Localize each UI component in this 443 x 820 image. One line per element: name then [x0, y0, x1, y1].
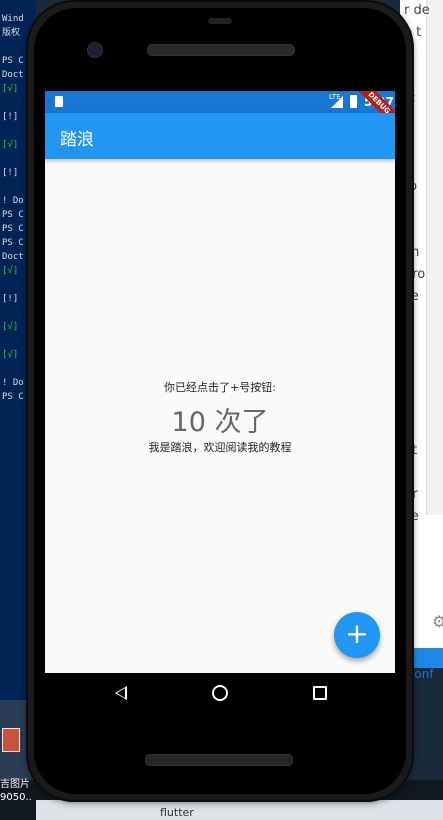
nav-bar — [45, 673, 395, 713]
app-bar-title: 踏浪 — [60, 130, 94, 150]
intro-text: 我是踏浪，欢迎阅读我的教程 — [148, 441, 292, 454]
earpiece-speaker — [147, 44, 295, 56]
sd-card-icon — [55, 96, 63, 107]
recent-apps-icon[interactable] — [313, 686, 327, 700]
taskbar-text: flutter — [160, 806, 194, 819]
click-prompt-text: 你已经点击了+号按钮: — [164, 381, 276, 394]
taskbar-strip — [36, 800, 443, 820]
app-bar: 踏浪 — [45, 113, 395, 159]
home-icon[interactable] — [212, 685, 228, 701]
back-icon[interactable] — [115, 686, 127, 700]
network-label: LTE — [329, 93, 341, 101]
phone-frame: LTE 5:37 DEBUG 踏浪 你已经点击了+号按钮: 10 次了 我是踏浪… — [28, 2, 412, 800]
app-body: 你已经点击了+号按钮: 10 次了 我是踏浪，欢迎阅读我的教程 — [45, 159, 395, 673]
phone-sensor — [208, 18, 232, 24]
bottom-speaker — [145, 754, 293, 766]
gear-icon: ⚙ — [432, 612, 443, 631]
terminal-line: Wind — [2, 14, 24, 24]
desktop-image-icon[interactable] — [2, 728, 20, 752]
increment-button[interactable]: + — [334, 612, 380, 658]
front-camera — [87, 42, 103, 58]
status-bar: LTE 5:37 DEBUG — [45, 91, 395, 133]
desktop-icon-label: 吉图片 9050.. — [0, 779, 32, 803]
counter-text: 10 次了 — [171, 407, 269, 438]
browser-text-line: r de — [404, 3, 430, 18]
battery-icon — [350, 95, 357, 108]
phone-screen: LTE 5:37 DEBUG 踏浪 你已经点击了+号按钮: 10 次了 我是踏浪… — [45, 91, 395, 673]
